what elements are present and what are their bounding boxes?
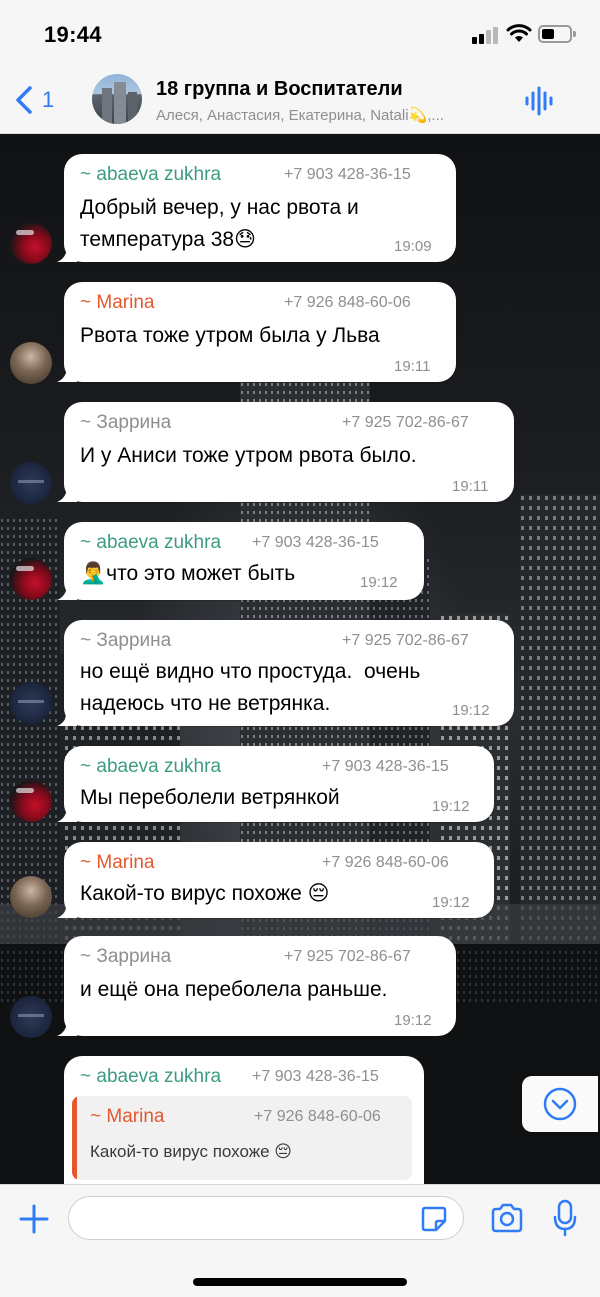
- chat-area[interactable]: ~ abaeva zukhra +7 903 428-36-15 Добрый …: [0, 134, 600, 1184]
- message-bubble[interactable]: ~ Заррина +7 925 702-86-67 И у Аниси тож…: [57, 402, 514, 502]
- sticker-icon[interactable]: [420, 1205, 448, 1233]
- message-bubble[interactable]: ~ abaeva zukhra +7 903 428-36-15 🤦‍♂️что…: [57, 522, 424, 600]
- message-sender-phone[interactable]: +7 903 428-36-15: [252, 1068, 379, 1086]
- message-time: 19:12: [432, 798, 470, 815]
- message-sender[interactable]: ~ abaeva zukhra: [80, 164, 221, 186]
- unread-chats-count: 1: [42, 87, 55, 112]
- message-sender[interactable]: ~ Заррина: [80, 412, 171, 434]
- message-time: 19:12: [432, 894, 470, 911]
- camera-icon[interactable]: [490, 1203, 524, 1233]
- sender-avatar[interactable]: [10, 222, 52, 264]
- wifi-icon: [506, 24, 532, 42]
- microphone-icon[interactable]: [552, 1199, 578, 1237]
- message-bubble[interactable]: ~ Заррина +7 925 702-86-67 но ещё видно …: [57, 620, 514, 726]
- message-bubble[interactable]: ~ abaeva zukhra +7 903 428-36-15 Мы пере…: [57, 746, 494, 822]
- sender-avatar[interactable]: [10, 876, 52, 918]
- message-sender-phone[interactable]: +7 925 702-86-67: [342, 632, 469, 650]
- message-sender-phone[interactable]: +7 903 428-36-15: [322, 758, 449, 776]
- message-sender[interactable]: ~ Marina: [80, 292, 154, 314]
- message-text: Добрый вечер, у нас рвота и температура …: [80, 196, 359, 251]
- message-sender[interactable]: ~ abaeva zukhra: [80, 532, 221, 554]
- message-input[interactable]: [68, 1196, 464, 1240]
- sender-avatar[interactable]: [10, 682, 52, 724]
- message-sender-phone[interactable]: +7 925 702-86-67: [342, 414, 469, 432]
- message-text: Рвота тоже утром была у Льва: [80, 324, 380, 347]
- message-text: Мы переболели ветрянкой: [80, 786, 340, 809]
- message-text: 🤦‍♂️что это может быть: [80, 562, 296, 585]
- message-text: и ещё она переболела раньше.: [80, 978, 388, 1001]
- status-bar: 19:44: [0, 0, 600, 66]
- message-time: 19:11: [452, 478, 489, 495]
- chevron-down-circle-icon: [543, 1087, 577, 1121]
- message-bubble[interactable]: ~ abaeva zukhra +7 903 428-36-15 Добрый …: [57, 154, 456, 262]
- message-sender[interactable]: ~ Заррина: [80, 946, 171, 968]
- sender-avatar[interactable]: [10, 462, 52, 504]
- message-sender[interactable]: ~ Заррина: [80, 630, 171, 652]
- home-indicator: [193, 1278, 407, 1286]
- battery-icon: [538, 25, 576, 43]
- group-avatar[interactable]: [92, 74, 142, 124]
- message-time: 19:09: [394, 238, 432, 255]
- quoted-sender: ~ Marina: [90, 1106, 165, 1127]
- message-sender-phone[interactable]: +7 926 848-60-06: [284, 294, 411, 312]
- message-bubble[interactable]: ~ Заррина +7 925 702-86-67 и ещё она пер…: [57, 936, 456, 1036]
- sender-avatar[interactable]: [10, 996, 52, 1038]
- message-sender-phone[interactable]: +7 903 428-36-15: [252, 534, 379, 552]
- message-text: Какой-то вирус похоже 😔: [80, 882, 330, 905]
- sender-avatar[interactable]: [10, 780, 52, 822]
- message-bubble[interactable]: ~ Marina +7 926 848-60-06 Какой-то вирус…: [57, 842, 494, 918]
- message-sender-phone[interactable]: +7 925 702-86-67: [284, 948, 411, 966]
- message-time: 19:12: [394, 1012, 432, 1029]
- chat-header: 1 18 группа и Воспитатели Алеся, Анастас…: [0, 66, 600, 134]
- chat-participants[interactable]: Алеся, Анастасия, Екатерина, Natali💫,...: [156, 106, 516, 124]
- message-bubble[interactable]: ~ Marina +7 926 848-60-06 Рвота тоже утр…: [57, 282, 456, 382]
- message-text: И у Аниси тоже утром рвота было.: [80, 444, 417, 467]
- message-bubble[interactable]: ~ abaeva zukhra +7 903 428-36-15 ~ Marin…: [64, 1056, 424, 1184]
- message-time: 19:12: [360, 574, 398, 591]
- message-time: 19:11: [394, 358, 431, 375]
- message-sender-phone[interactable]: +7 926 848-60-06: [322, 854, 449, 872]
- message-sender-phone[interactable]: +7 903 428-36-15: [284, 166, 411, 184]
- cellular-signal-icon: [472, 26, 500, 44]
- chevron-left-icon: [16, 86, 32, 114]
- voice-chat-icon[interactable]: [524, 86, 554, 116]
- back-button[interactable]: 1: [14, 80, 74, 120]
- message-sender[interactable]: ~ Marina: [80, 852, 154, 874]
- chat-title[interactable]: 18 группа и Воспитатели: [156, 78, 403, 101]
- message-text: но ещё видно что простуда. очень надеюсь…: [80, 660, 421, 715]
- quoted-sender-phone: +7 926 848-60-06: [254, 1108, 381, 1125]
- quoted-text: Какой-то вирус похоже 😔: [90, 1142, 293, 1161]
- sender-avatar[interactable]: [10, 558, 52, 600]
- sender-avatar[interactable]: [10, 342, 52, 384]
- plus-icon[interactable]: [18, 1203, 50, 1235]
- message-time: 19:12: [452, 702, 490, 719]
- scroll-to-bottom-button[interactable]: [522, 1076, 598, 1132]
- quoted-message[interactable]: ~ Marina +7 926 848-60-06 Какой-то вирус…: [72, 1096, 412, 1180]
- status-time: 19:44: [44, 22, 102, 47]
- message-sender[interactable]: ~ abaeva zukhra: [80, 756, 221, 778]
- message-sender[interactable]: ~ abaeva zukhra: [80, 1066, 221, 1088]
